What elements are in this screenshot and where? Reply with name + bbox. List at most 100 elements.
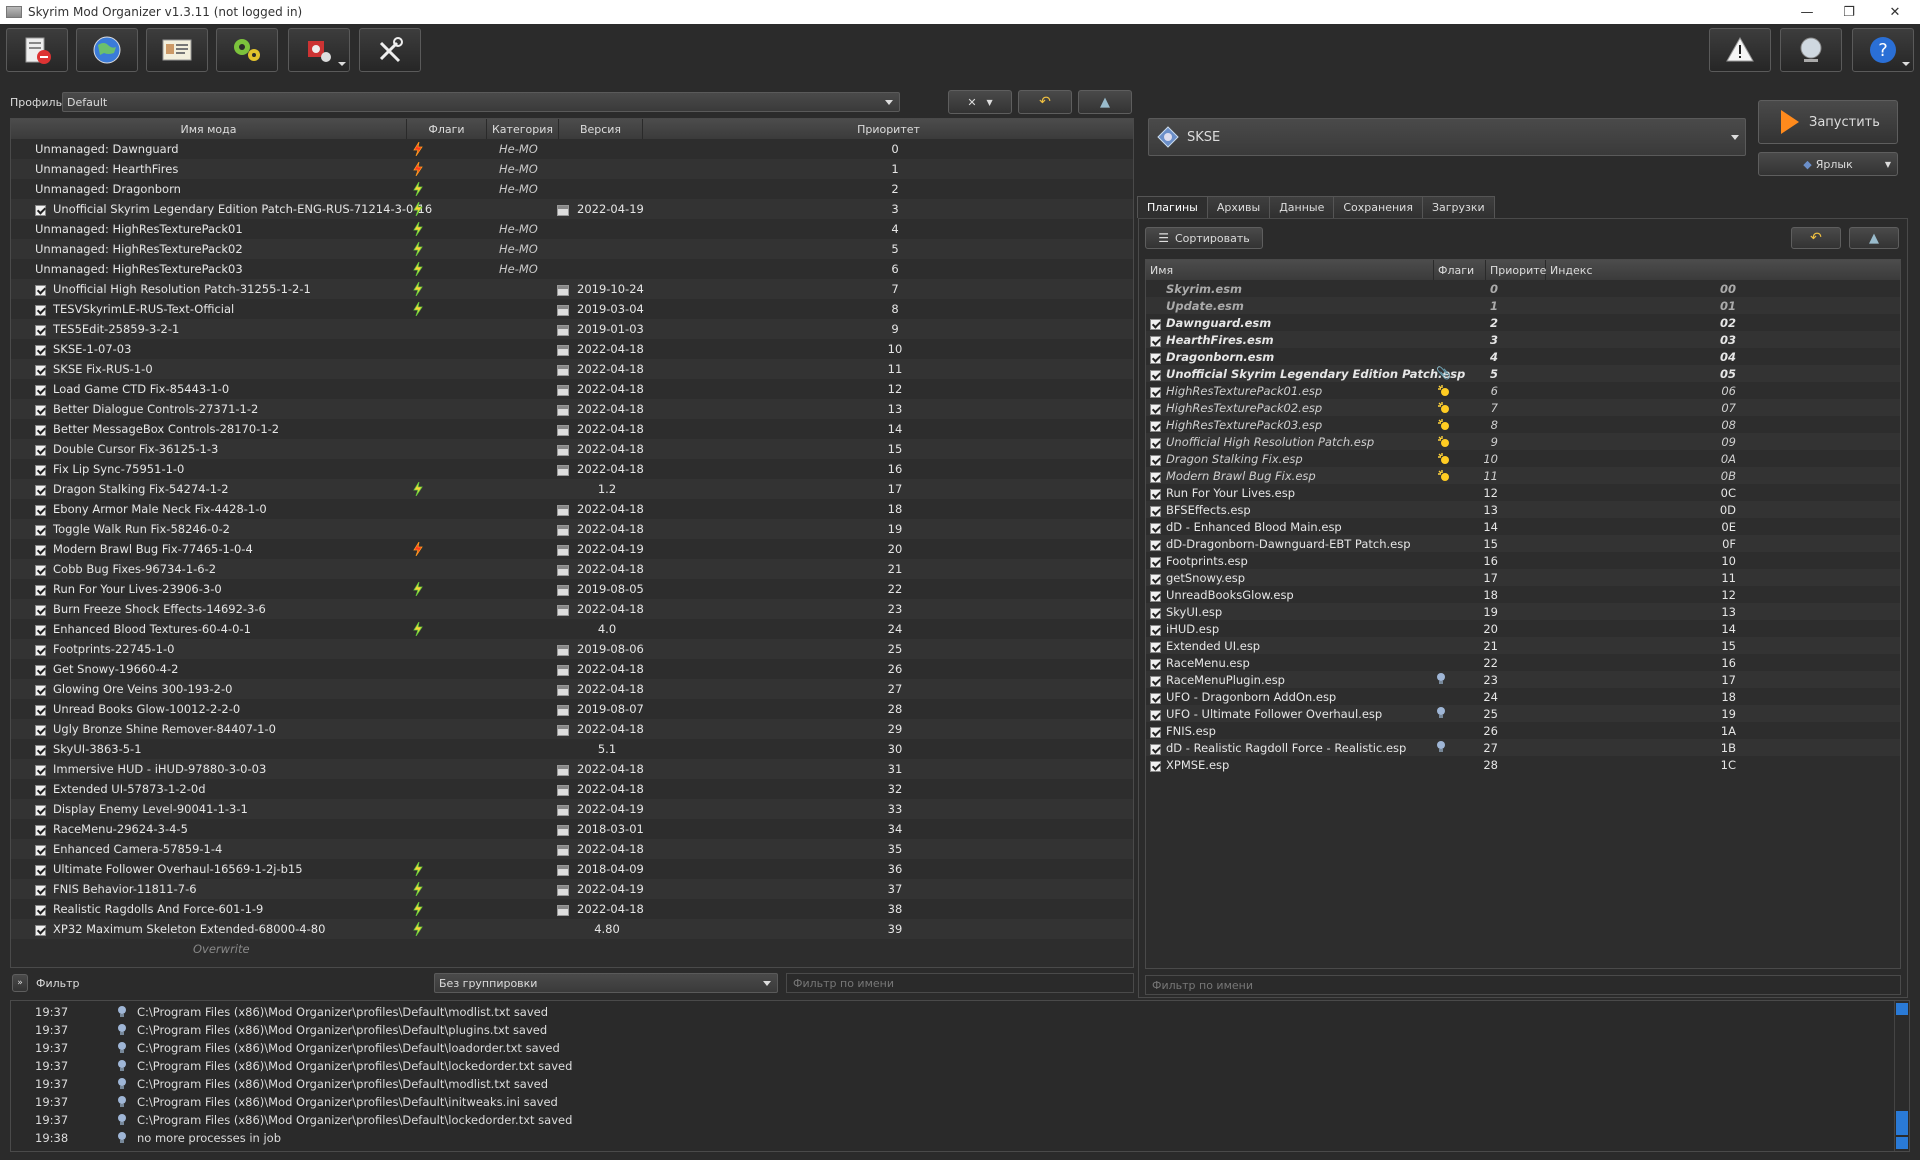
mod-enable-checkbox[interactable]: [35, 783, 46, 797]
plugin-row[interactable]: RaceMenu.esp 22 16: [1146, 654, 1900, 671]
mod-enable-checkbox[interactable]: [35, 343, 46, 357]
plugin-row[interactable]: Skyrim.esm 0 00: [1146, 280, 1900, 297]
mod-enable-checkbox[interactable]: [35, 903, 46, 917]
mod-enable-checkbox[interactable]: [35, 383, 46, 397]
plugin-row[interactable]: dD - Enhanced Blood Main.esp 14 0E: [1146, 518, 1900, 535]
plugin-enable-checkbox[interactable]: [1150, 742, 1161, 756]
mod-enable-checkbox[interactable]: [35, 883, 46, 897]
plugin-row[interactable]: BFSEffects.esp 13 0D: [1146, 501, 1900, 518]
plugin-enable-checkbox[interactable]: [1150, 538, 1161, 552]
plugin-enable-checkbox[interactable]: [1150, 385, 1161, 399]
plugin-enable-checkbox[interactable]: [1150, 674, 1161, 688]
mod-enable-checkbox[interactable]: [35, 823, 46, 837]
mod-row[interactable]: Enhanced Camera-57859-1-4 2022-04-18 35: [11, 839, 1133, 859]
mod-enable-checkbox[interactable]: [35, 763, 46, 777]
mod-row[interactable]: Run For Your Lives-23906-3-0 2019-08-05 22: [11, 579, 1133, 599]
mod-row[interactable]: SKSE Fix-RUS-1-0 2022-04-18 11: [11, 359, 1133, 379]
plugin-enable-checkbox[interactable]: [1150, 453, 1161, 467]
plugin-row[interactable]: Dragonborn.esm 4 04: [1146, 348, 1900, 365]
mod-enable-checkbox[interactable]: [35, 643, 46, 657]
mod-row[interactable]: Immersive HUD - iHUD-97880-3-0-03 2022-04…: [11, 759, 1133, 779]
plugin-enable-checkbox[interactable]: [1150, 368, 1161, 382]
column-mod-name[interactable]: Имя мода: [11, 119, 407, 139]
mod-actions-button[interactable]: ✕ ▼: [948, 90, 1012, 114]
grouping-select[interactable]: Без группировки: [434, 973, 778, 993]
plugin-enable-checkbox[interactable]: [1150, 351, 1161, 365]
mod-enable-checkbox[interactable]: [35, 283, 46, 297]
tab-saves[interactable]: Сохранения: [1333, 196, 1423, 218]
tab-archives[interactable]: Архивы: [1206, 196, 1271, 218]
plugin-row[interactable]: Run For Your Lives.esp 12 0C: [1146, 484, 1900, 501]
mod-row[interactable]: Better Dialogue Controls-27371-1-2 2022-0…: [11, 399, 1133, 419]
plugin-enable-checkbox[interactable]: [1150, 606, 1161, 620]
mod-enable-checkbox[interactable]: [35, 423, 46, 437]
plugin-row[interactable]: XPMSE.esp 28 1C: [1146, 756, 1900, 773]
plugin-row[interactable]: Unofficial High Resolution Patch.esp 9 09: [1146, 433, 1900, 450]
restore-backup-button[interactable]: ↶: [1018, 90, 1072, 114]
mod-enable-checkbox[interactable]: [35, 463, 46, 477]
plugin-row[interactable]: Extended UI.esp 21 15: [1146, 637, 1900, 654]
mod-row[interactable]: Unread Books Glow-10012-2-2-0 2019-08-07 2…: [11, 699, 1133, 719]
scroll-up-arrow[interactable]: [1896, 1003, 1908, 1015]
plugin-row[interactable]: UnreadBooksGlow.esp 18 12: [1146, 586, 1900, 603]
help-menu-button[interactable]: ?: [1852, 28, 1914, 72]
nexus-button[interactable]: [76, 28, 138, 72]
mod-row[interactable]: Unmanaged: HighResTexturePack01 Не-МО 4: [11, 219, 1133, 239]
plugin-enable-checkbox[interactable]: [1150, 657, 1161, 671]
mod-row[interactable]: Display Enemy Level-90041-1-3-1 2022-04-1…: [11, 799, 1133, 819]
mod-enable-checkbox[interactable]: [35, 843, 46, 857]
plugin-enable-checkbox[interactable]: [1150, 555, 1161, 569]
mod-row[interactable]: Unofficial Skyrim Legendary Edition Patc…: [11, 199, 1133, 219]
mod-enable-checkbox[interactable]: [35, 923, 46, 937]
plugin-enable-checkbox[interactable]: [1150, 759, 1161, 773]
sort-button[interactable]: ☰ Сортировать: [1145, 227, 1263, 249]
tab-data[interactable]: Данные: [1269, 196, 1335, 218]
mod-row[interactable]: Unmanaged: Dawnguard Не-МО 0: [11, 139, 1133, 159]
plugin-row[interactable]: dD - Realistic Ragdoll Force - Realistic…: [1146, 739, 1900, 756]
mod-row[interactable]: Unmanaged: Dragonborn Не-МО 2: [11, 179, 1133, 199]
run-button[interactable]: Запустить: [1758, 100, 1898, 144]
mod-row[interactable]: Fix Lip Sync-75951-1-0 2022-04-18 16: [11, 459, 1133, 479]
plugin-enable-checkbox[interactable]: [1150, 317, 1161, 331]
column-plugin-name[interactable]: Имя: [1146, 260, 1434, 280]
plugin-row[interactable]: HighResTexturePack03.esp 8 08: [1146, 416, 1900, 433]
mod-enable-checkbox[interactable]: [35, 363, 46, 377]
plugin-name-filter-input[interactable]: Фильтр по имени: [1145, 975, 1901, 995]
mod-row[interactable]: Dragon Stalking Fix-54274-1-2 1.2 17: [11, 479, 1133, 499]
plugin-row[interactable]: iHUD.esp 20 14: [1146, 620, 1900, 637]
plugin-row[interactable]: Update.esm 1 01: [1146, 297, 1900, 314]
plugin-enable-checkbox[interactable]: [1150, 504, 1161, 518]
scroll-down-arrow[interactable]: [1896, 1137, 1908, 1149]
plugin-enable-checkbox[interactable]: [1150, 334, 1161, 348]
mod-row[interactable]: Better MessageBox Controls-28170-1-2 2022…: [11, 419, 1133, 439]
mod-enable-checkbox[interactable]: [35, 743, 46, 757]
mod-row[interactable]: Ebony Armor Male Neck Fix-4428-1-0 2022-0…: [11, 499, 1133, 519]
column-plugin-index[interactable]: Индекс: [1546, 260, 1900, 280]
plugin-enable-checkbox[interactable]: [1150, 623, 1161, 637]
mod-enable-checkbox[interactable]: [35, 803, 46, 817]
plugins-restore-button[interactable]: ↶: [1791, 227, 1841, 249]
executable-select[interactable]: SKSE: [1148, 118, 1746, 156]
plugin-row[interactable]: Modern Brawl Bug Fix.esp 11 0B: [1146, 467, 1900, 484]
minimize-button[interactable]: —: [1784, 0, 1830, 24]
mod-enable-checkbox[interactable]: [35, 663, 46, 677]
mod-row[interactable]: Modern Brawl Bug Fix-77465-1-0-4 2022-04-…: [11, 539, 1133, 559]
plugin-row[interactable]: getSnowy.esp 17 11: [1146, 569, 1900, 586]
column-category[interactable]: Категория: [487, 119, 559, 139]
mod-enable-checkbox[interactable]: [35, 483, 46, 497]
mod-row[interactable]: Footprints-22745-1-0 2019-08-06 25: [11, 639, 1133, 659]
mod-enable-checkbox[interactable]: [35, 683, 46, 697]
maximize-button[interactable]: ❐: [1826, 0, 1872, 24]
settings-button[interactable]: [359, 28, 421, 72]
mod-enable-checkbox[interactable]: [35, 723, 46, 737]
plugin-row[interactable]: UFO - Dragonborn AddOn.esp 24 18: [1146, 688, 1900, 705]
plugin-row[interactable]: SkyUI.esp 19 13: [1146, 603, 1900, 620]
mod-row[interactable]: Get Snowy-19660-4-2 2022-04-18 26: [11, 659, 1133, 679]
plugin-row[interactable]: FNIS.esp 26 1A: [1146, 722, 1900, 739]
mod-row[interactable]: Enhanced Blood Textures-60-4-0-1 4.0 24: [11, 619, 1133, 639]
log-scrollbar[interactable]: [1894, 1001, 1909, 1151]
mod-enable-checkbox[interactable]: [35, 623, 46, 637]
mod-enable-checkbox[interactable]: [35, 583, 46, 597]
plugin-enable-checkbox[interactable]: [1150, 487, 1161, 501]
plugin-row[interactable]: Unofficial Skyrim Legendary Edition Patc…: [1146, 365, 1900, 382]
